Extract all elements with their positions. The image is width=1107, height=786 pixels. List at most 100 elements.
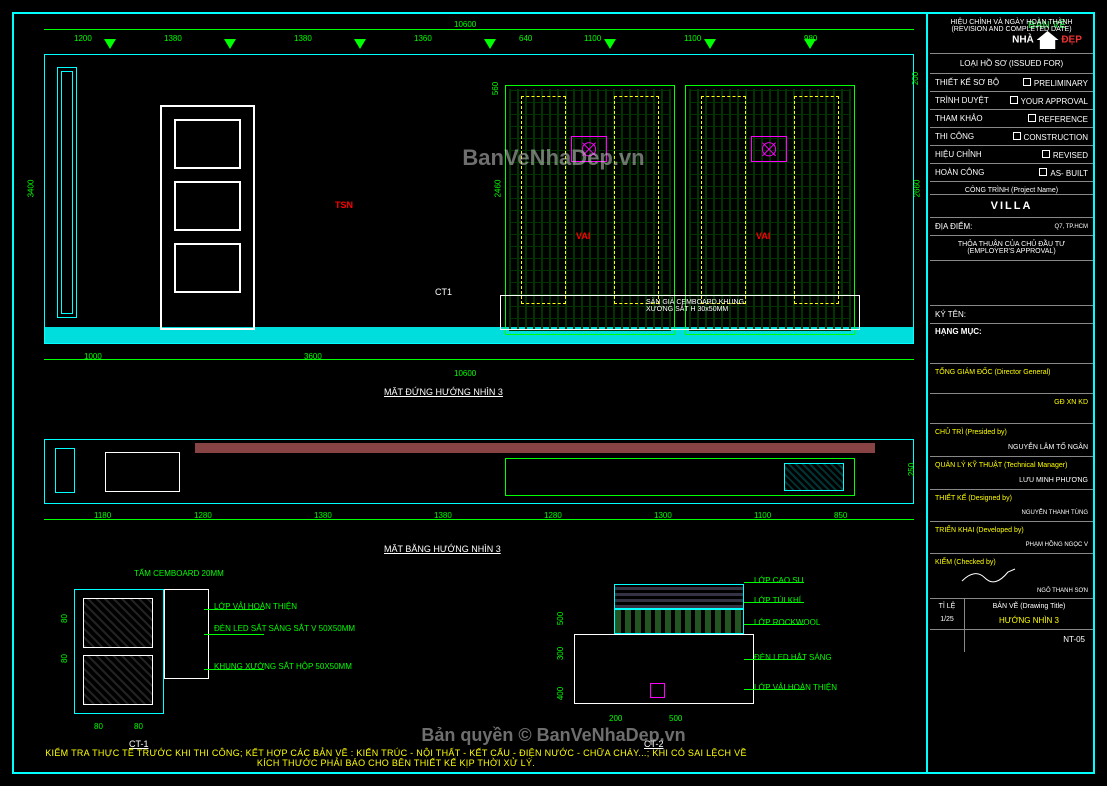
elevation-view: TSN VAI VAI SÀN bbox=[44, 34, 914, 364]
dim-total-width: 10600 bbox=[454, 20, 476, 29]
note: KHUNG XƯỜNG SẮT HỘP 50X50MM bbox=[214, 662, 304, 671]
tb-scale-title: TỈ LỆ 1/25 BẢN VẼ (Drawing Title) HƯỚNG … bbox=[930, 599, 1093, 630]
dim: 1100 bbox=[584, 34, 601, 43]
tb-location: ĐỊA ĐIỂM:Q7, TP.HCM bbox=[930, 218, 1093, 236]
tb-designed-by: THIẾT KẾ (Designed by) NGUYỄN THANH TÙNG bbox=[930, 490, 1093, 522]
tb-row-approval: TRÌNH DUYỆTYOUR APPROVAL bbox=[930, 92, 1093, 110]
label-tsn: TSN bbox=[335, 200, 353, 210]
drawing-canvas: TSN VAI VAI SÀN bbox=[14, 14, 928, 772]
base-cabinet: SÀN GIẢ CEMBOARD KHUNG XƯỜNG SẮT H 30x50… bbox=[500, 295, 860, 330]
tb-checked-by: KIỂM (Checked by) NGÔ THANH SƠN bbox=[930, 554, 1093, 599]
note: LỚP TÚI KHÍ bbox=[754, 596, 801, 605]
dim: 10600 bbox=[454, 369, 476, 378]
title-block: HIỆU CHỈNH VÀ NGÀY HOÀN THÀNH (REVISION … bbox=[930, 14, 1093, 772]
door bbox=[160, 105, 255, 330]
dim: 1180 bbox=[94, 511, 111, 520]
tb-row-reference: THAM KHẢOREFERENCE bbox=[930, 110, 1093, 128]
dim: 1100 bbox=[684, 34, 701, 43]
dim: 400 bbox=[556, 687, 565, 700]
dim: 1380 bbox=[164, 34, 182, 43]
label-vai: VAI bbox=[576, 231, 590, 241]
tb-revision-header: HIỆU CHỈNH VÀ NGÀY HOÀN THÀNH (REVISION … bbox=[930, 14, 1093, 54]
note: ĐÈN LED HẮT SÁNG bbox=[754, 653, 832, 662]
detail-ref-ct1: CT1 bbox=[435, 287, 452, 297]
dim: 500 bbox=[556, 612, 565, 625]
vent-icon bbox=[751, 136, 787, 162]
note-san: SÀN GIẢ CEMBOARD KHUNG XƯỜNG SẮT H 30x50… bbox=[646, 299, 746, 313]
note: TẤM CEMBOARD 20MM bbox=[134, 569, 224, 578]
note: LỚP VẢI HOÀN THIỆN bbox=[214, 602, 297, 611]
dim: 3600 bbox=[304, 352, 322, 361]
plan-view: 250 1180 1280 1380 1380 1280 1300 1100 8… bbox=[44, 429, 914, 544]
dim: 2660 bbox=[913, 180, 922, 198]
tb-director: TỔNG GIÁM ĐỐC (Director General) bbox=[930, 364, 1093, 394]
dim: 2460 bbox=[493, 180, 502, 198]
dim-line bbox=[44, 359, 914, 360]
section-marker-icon bbox=[484, 39, 496, 49]
tb-row-preliminary: THIẾT KẾ SƠ BỘPRELIMINARY bbox=[930, 74, 1093, 92]
dim: 250 bbox=[907, 463, 916, 476]
door-panel bbox=[174, 181, 241, 231]
dim-height: 3400 bbox=[26, 180, 35, 198]
wall-hatch bbox=[195, 443, 875, 453]
checkbox-icon bbox=[1010, 96, 1018, 104]
tb-kyten: KÝ TÊN: bbox=[930, 306, 1093, 324]
tb-row-construction: THI CÔNGCONSTRUCTION bbox=[930, 128, 1093, 146]
dim: 1300 bbox=[654, 511, 672, 520]
dim: 500 bbox=[669, 714, 682, 723]
tb-sheet-no: NT-05 bbox=[965, 630, 1093, 652]
door-panel bbox=[174, 243, 241, 293]
dim: 200 bbox=[609, 714, 622, 723]
detail-ct2: LỚP CAO SU LỚP TÚI KHÍ LỚP ROCKWOOL ĐÈN … bbox=[554, 574, 834, 734]
tb-signature-area bbox=[930, 261, 1093, 306]
section-marker-icon bbox=[704, 39, 716, 49]
door-panel bbox=[174, 119, 241, 169]
detail-ct1: TẤM CEMBOARD 20MM LỚP VẢI HOÀN THIỆN ĐÈN… bbox=[74, 574, 284, 734]
dim: 1280 bbox=[544, 511, 562, 520]
checkbox-icon bbox=[1013, 132, 1021, 140]
tb-row-revised: HIỆU CHỈNHREVISED bbox=[930, 146, 1093, 164]
tb-presided: CHỦ TRÌ (Presided by) NGUYỄN LÂM TỐ NGÂN bbox=[930, 424, 1093, 457]
tb-hangmuc: HẠNG MỤC: bbox=[930, 324, 1093, 364]
dim: 200 bbox=[911, 72, 920, 85]
tb-developed-by: TRIỂN KHAI (Developed by) PHẠM HỒNG NGỌC… bbox=[930, 522, 1093, 554]
plan-door bbox=[105, 452, 180, 492]
checkbox-icon bbox=[1023, 78, 1031, 86]
section-marker-icon bbox=[604, 39, 616, 49]
section-marker-icon bbox=[354, 39, 366, 49]
tb-employer-approval: THỎA THUẬN CỦA CHỦ ĐẦU TƯ (EMPLOYER'S AP… bbox=[930, 236, 1093, 261]
note: LỚP ROCKWOOL bbox=[754, 618, 820, 627]
tb-project-name: VILLA bbox=[930, 195, 1093, 218]
dim: 1380 bbox=[434, 511, 452, 520]
dim: 1380 bbox=[294, 34, 312, 43]
dim: 850 bbox=[834, 511, 847, 520]
section-marker-icon bbox=[224, 39, 236, 49]
verification-note: KIỂM TRA THỰC TẾ TRƯỚC KHI THI CÔNG; KẾT… bbox=[44, 748, 748, 768]
dim: 80 bbox=[134, 722, 143, 731]
note: LỚP VẢI HOÀN THIỆN bbox=[754, 683, 837, 692]
dim: 80 bbox=[60, 614, 69, 623]
dim: 1360 bbox=[414, 34, 432, 43]
checkbox-icon bbox=[1028, 114, 1036, 122]
tb-row-asbuilt: HOÀN CÔNGAS- BUILT bbox=[930, 164, 1093, 182]
plan-title: MẶT BẰNG HƯỚNG NHÌN 3 bbox=[384, 544, 501, 554]
tb-sheet-row: NT-05 bbox=[930, 630, 1093, 652]
note: LỚP CAO SU bbox=[754, 576, 803, 585]
dim: 1280 bbox=[194, 511, 212, 520]
note: ĐÈN LED SẮT SÁNG SẮT V 50X50MM bbox=[214, 624, 304, 633]
tb-project-label: CÔNG TRÌNH (Project Name) bbox=[930, 182, 1093, 195]
elevation-outline: TSN VAI VAI SÀN bbox=[44, 54, 914, 344]
tb-tech-manager: QUẢN LÝ KỸ THUẬT (Technical Manager) LƯU… bbox=[930, 457, 1093, 490]
dim: 1000 bbox=[84, 352, 102, 361]
pilaster bbox=[57, 67, 77, 318]
dim-line bbox=[44, 29, 914, 30]
dim: 1380 bbox=[314, 511, 332, 520]
elevation-title: MẶT ĐỨNG HƯỚNG NHÌN 3 bbox=[384, 387, 503, 397]
tb-gdxn: GĐ XN KD bbox=[930, 394, 1093, 424]
dim: 300 bbox=[556, 647, 565, 660]
dim: 1100 bbox=[754, 511, 771, 520]
tb-issued-for: LOẠI HỒ SƠ (ISSUED FOR) bbox=[930, 54, 1093, 74]
dim: 980 bbox=[804, 34, 817, 43]
label-vai: VAI bbox=[756, 231, 770, 241]
dim: 80 bbox=[60, 654, 69, 663]
